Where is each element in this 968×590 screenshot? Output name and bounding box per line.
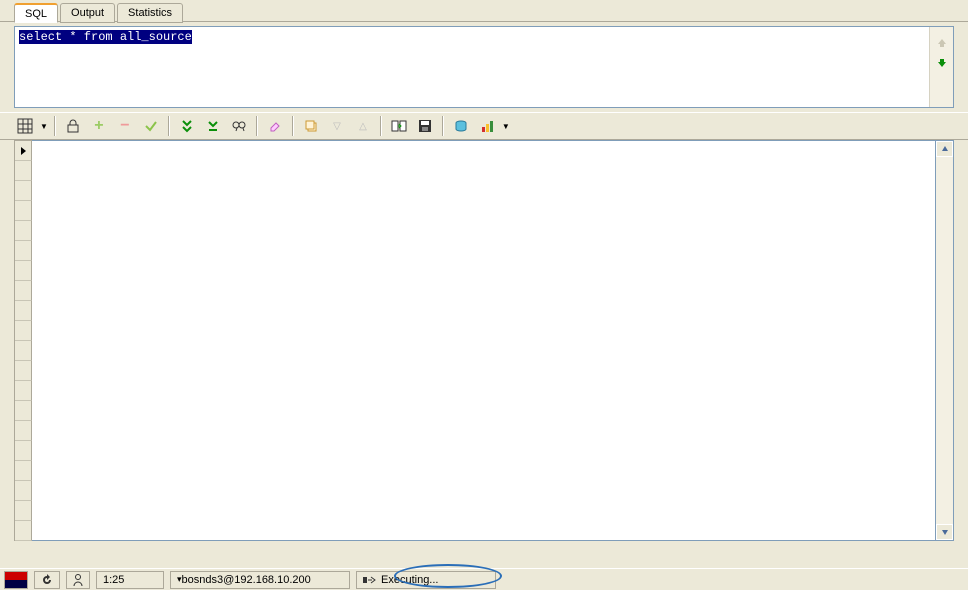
fetch-all-button[interactable] [176, 115, 198, 137]
status-cursor-position: 1:25 [96, 571, 164, 589]
row-header[interactable] [15, 281, 32, 301]
check-button[interactable] [140, 115, 162, 137]
tab-sql[interactable]: SQL [14, 3, 58, 23]
status-connection[interactable]: bosnds3@192.168.10.200 [170, 571, 350, 589]
row-header[interactable] [15, 461, 32, 481]
executing-label: Executing... [381, 574, 438, 586]
export-button[interactable] [388, 115, 410, 137]
row-header[interactable] [15, 421, 32, 441]
sort-desc-button[interactable]: ▽ [326, 115, 348, 137]
status-executing: Executing... [356, 571, 496, 589]
status-flag-icon [4, 571, 28, 589]
row-header[interactable] [15, 381, 32, 401]
lock-button[interactable] [62, 115, 84, 137]
status-bar: 1:25 bosnds3@192.168.10.200 Executing... [0, 568, 968, 590]
tab-output[interactable]: Output [60, 3, 115, 23]
row-header[interactable] [15, 181, 32, 201]
row-header[interactable] [15, 201, 32, 221]
results-grid [14, 140, 954, 541]
scroll-down-icon[interactable] [936, 524, 953, 540]
nav-up-icon[interactable] [936, 37, 948, 49]
row-header[interactable] [15, 221, 32, 241]
remove-button[interactable]: − [114, 115, 136, 137]
grid-body[interactable] [32, 140, 936, 541]
copy-button[interactable] [300, 115, 322, 137]
sql-editor[interactable]: select * from all_source [14, 26, 954, 108]
executing-icon [363, 575, 377, 585]
row-header[interactable] [15, 261, 32, 281]
erase-button[interactable] [264, 115, 286, 137]
status-user-icon [66, 571, 90, 589]
nav-down-icon[interactable] [936, 57, 948, 69]
vertical-scrollbar[interactable] [936, 140, 954, 541]
status-refresh-button[interactable] [34, 571, 60, 589]
dropdown-icon[interactable]: ▼ [502, 122, 510, 131]
db-button[interactable] [450, 115, 472, 137]
sql-selection[interactable]: select * from all_source [19, 30, 192, 44]
row-header[interactable] [15, 521, 32, 541]
row-header-current[interactable] [15, 141, 32, 161]
results-toolbar: ▼ + − ▽ △ ▼ [0, 112, 968, 140]
row-header[interactable] [15, 241, 32, 261]
row-header[interactable] [15, 501, 32, 521]
row-header[interactable] [15, 341, 32, 361]
row-header[interactable] [15, 441, 32, 461]
row-header[interactable] [15, 321, 32, 341]
row-header[interactable] [15, 301, 32, 321]
scroll-up-icon[interactable] [936, 141, 953, 157]
sql-nav [929, 27, 953, 107]
fetch-next-button[interactable] [202, 115, 224, 137]
connection-label: bosnds3@192.168.10.200 [182, 574, 311, 586]
row-header[interactable] [15, 161, 32, 181]
find-button[interactable] [228, 115, 250, 137]
grid-row-headers [14, 140, 32, 541]
tab-statistics[interactable]: Statistics [117, 3, 183, 23]
dropdown-icon[interactable]: ▼ [40, 122, 48, 131]
scroll-track[interactable] [936, 157, 953, 524]
save-button[interactable] [414, 115, 436, 137]
row-header[interactable] [15, 401, 32, 421]
chart-button[interactable] [476, 115, 498, 137]
sql-text[interactable]: select * from all_source [15, 27, 929, 107]
grid-button[interactable] [14, 115, 36, 137]
tab-bar: SQL Output Statistics [0, 0, 968, 22]
add-button[interactable]: + [88, 115, 110, 137]
row-header[interactable] [15, 481, 32, 501]
sort-asc-button[interactable]: △ [352, 115, 374, 137]
row-header[interactable] [15, 361, 32, 381]
